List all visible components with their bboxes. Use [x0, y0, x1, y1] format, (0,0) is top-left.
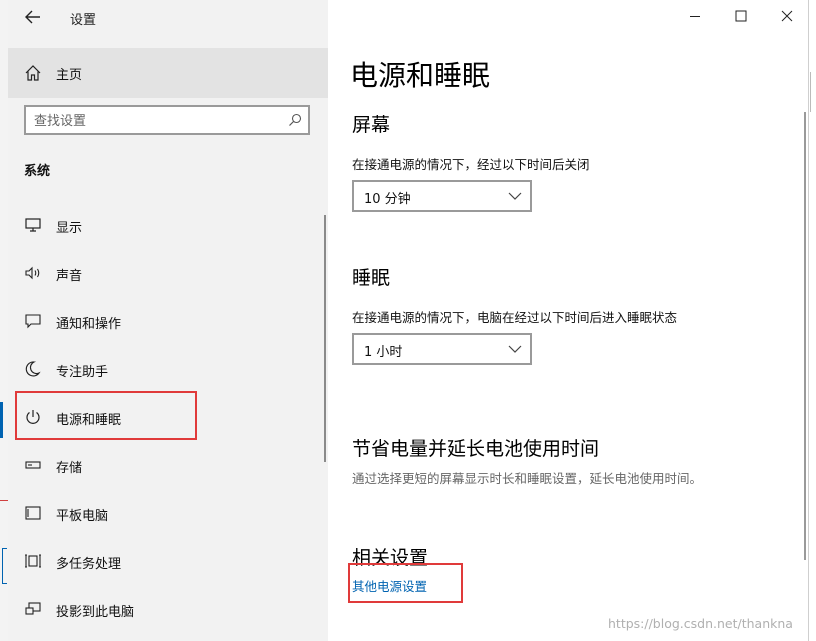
section-title-system: 系统	[24, 164, 51, 179]
background-accent-bar	[0, 402, 3, 438]
sidebar-item-sound[interactable]: 声音	[8, 251, 320, 295]
sleep-timeout-dropdown[interactable]: 1 小时	[352, 333, 532, 365]
sidebar-item-notifications[interactable]: 通知和操作	[8, 299, 320, 343]
sleep-description: 在接通电源的情况下，电脑在经过以下时间后进入睡眠状态	[352, 310, 678, 325]
speaker-icon	[25, 266, 40, 280]
settings-window: 设置 主页 系统 显示	[8, 0, 808, 641]
screen-heading: 屏幕	[352, 114, 391, 136]
sidebar-item-storage[interactable]: 存储	[8, 443, 320, 487]
back-button[interactable]	[20, 6, 46, 28]
background-divider	[810, 72, 816, 112]
storage-icon	[25, 461, 41, 469]
background-window-right	[808, 0, 816, 641]
sidebar-item-label: 平板电脑	[56, 509, 109, 524]
sidebar-scrollbar[interactable]	[324, 215, 326, 462]
sidebar-item-label: 显示	[56, 221, 83, 236]
sidebar-item-display[interactable]: 显示	[8, 203, 320, 247]
screen-timeout-value: 10 分钟	[364, 192, 411, 207]
sidebar-item-focus-assist[interactable]: 专注助手	[8, 347, 320, 391]
highlight-box-power-link	[348, 563, 463, 603]
page-title: 电源和睡眠	[350, 59, 491, 92]
back-arrow-icon	[25, 10, 40, 24]
sleep-timeout-value: 1 小时	[364, 345, 403, 360]
sidebar-item-label: 通知和操作	[56, 317, 122, 332]
home-label: 主页	[56, 68, 83, 83]
chevron-down-icon	[508, 192, 522, 200]
minimize-button[interactable]	[672, 0, 718, 32]
chevron-down-icon	[508, 345, 522, 353]
sidebar-item-label: 存储	[56, 461, 83, 476]
highlight-box-power-sleep	[15, 391, 197, 440]
multitask-icon	[25, 554, 41, 568]
tablet-icon	[25, 506, 41, 520]
project-icon	[25, 602, 41, 615]
maximize-button[interactable]	[718, 0, 764, 32]
sidebar-item-multitasking[interactable]: 多任务处理	[8, 539, 320, 583]
window-title: 设置	[70, 13, 97, 28]
battery-heading: 节省电量并延长电池使用时间	[352, 438, 600, 460]
search-input[interactable]	[34, 112, 274, 130]
background-red-line	[0, 500, 8, 501]
search-icon[interactable]	[288, 113, 302, 127]
watermark-text: https://blog.csdn.net/thankna	[608, 616, 793, 631]
close-button[interactable]	[764, 0, 810, 32]
sidebar-item-label: 专注助手	[56, 365, 109, 380]
screenshot-stage: 设置 主页 系统 显示	[0, 0, 816, 641]
minimize-icon	[690, 16, 700, 17]
sidebar-item-projecting[interactable]: 投影到此电脑	[8, 587, 320, 631]
search-box[interactable]	[24, 105, 310, 135]
display-icon	[25, 218, 41, 232]
sidebar-item-tablet[interactable]: 平板电脑	[8, 491, 320, 535]
home-nav-item[interactable]: 主页	[8, 48, 328, 98]
content-pane: 电源和睡眠 屏幕 在接通电源的情况下，经过以下时间后关闭 10 分钟 睡眠 在接…	[328, 0, 808, 641]
sidebar-item-label: 声音	[56, 269, 83, 284]
sleep-heading: 睡眠	[352, 267, 391, 289]
sidebar: 设置 主页 系统 显示	[8, 0, 328, 641]
close-icon	[781, 10, 793, 22]
maximize-icon	[735, 10, 747, 22]
notification-icon	[25, 314, 41, 329]
battery-description: 通过选择更短的屏幕显示时长和睡眠设置，延长电池使用时间。	[352, 471, 703, 486]
background-icon-fragment	[2, 548, 7, 584]
content-scrollbar[interactable]	[804, 112, 806, 560]
home-icon	[25, 65, 41, 81]
screen-timeout-dropdown[interactable]: 10 分钟	[352, 180, 532, 212]
titlebar-left: 设置	[8, 0, 328, 48]
sidebar-item-label: 多任务处理	[56, 557, 122, 572]
sidebar-item-label: 投影到此电脑	[56, 605, 135, 620]
moon-icon	[25, 361, 41, 377]
screen-description: 在接通电源的情况下，经过以下时间后关闭	[352, 157, 590, 172]
